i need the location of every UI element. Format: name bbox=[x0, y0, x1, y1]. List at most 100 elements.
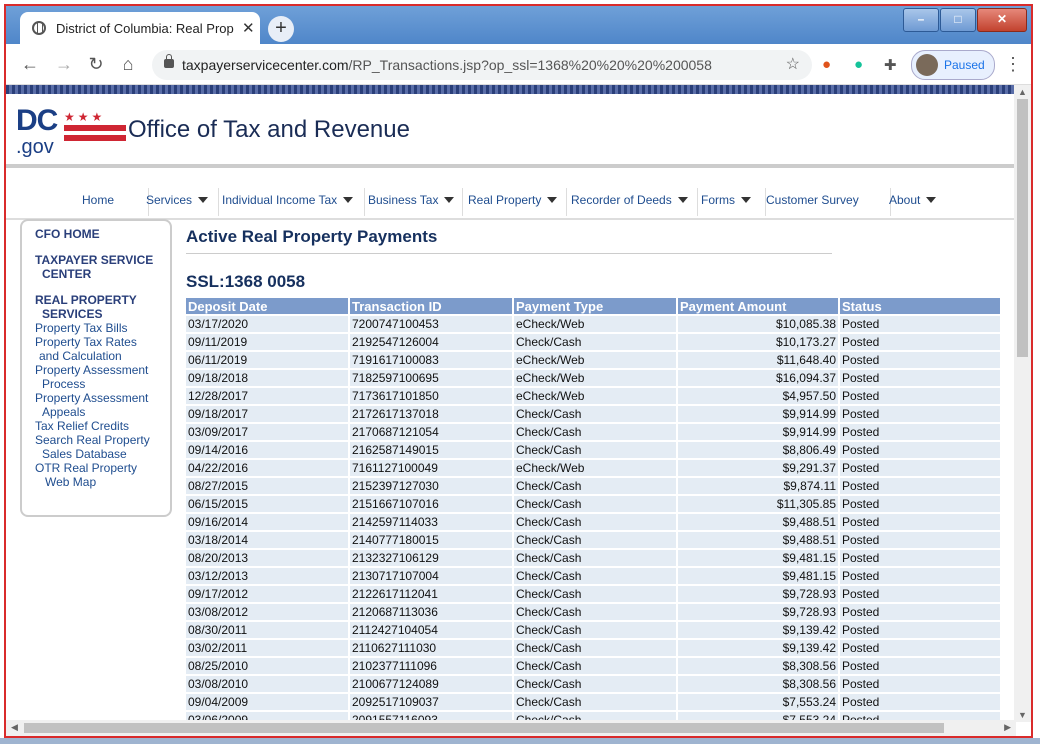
sidebar-taxpayer-service-center[interactable]: TAXPAYER SERVICE CENTER bbox=[35, 253, 153, 281]
cell-status: Posted bbox=[840, 676, 1000, 692]
cell-payment-type: Check/Cash bbox=[514, 496, 676, 512]
cell-deposit-date: 09/17/2012 bbox=[186, 586, 348, 602]
cell-status: Posted bbox=[840, 514, 1000, 530]
maximize-button[interactable]: □ bbox=[940, 8, 976, 32]
col-transaction-id: Transaction ID bbox=[350, 298, 512, 314]
cell-transaction-id: 7182597100695 bbox=[350, 370, 512, 386]
close-window-button[interactable]: ✕ bbox=[977, 8, 1027, 32]
profile-button[interactable]: Paused bbox=[911, 50, 995, 80]
cell-payment-type: Check/Cash bbox=[514, 514, 676, 530]
cell-payment-amount: $9,728.93 bbox=[678, 586, 838, 602]
globe-icon bbox=[32, 21, 46, 35]
cell-payment-amount: $8,308.56 bbox=[678, 658, 838, 674]
horizontal-scrollbar[interactable]: ◀ ▶ bbox=[6, 720, 1016, 736]
table-row: 08/27/2015 2152397127030 Check/Cash $9,874.… bbox=[186, 478, 1000, 494]
dc-gov-logo[interactable]: DC .gov ★★★ bbox=[16, 104, 126, 158]
cell-deposit-date: 09/11/2019 bbox=[186, 334, 348, 350]
cell-transaction-id: 2112427104054 bbox=[350, 622, 512, 638]
cell-payment-amount: $9,139.42 bbox=[678, 622, 838, 638]
scroll-left-arrow-icon[interactable]: ◀ bbox=[11, 722, 18, 733]
cell-payment-amount: $9,914.99 bbox=[678, 424, 838, 440]
table-row: 09/04/2009 2092517109037 Check/Cash $7,553.… bbox=[186, 694, 1000, 710]
sidebar-item-property-assessment-appeals[interactable]: Property Assessment Appeals bbox=[35, 391, 148, 419]
payments-table: Deposit Date Transaction ID Payment Type… bbox=[184, 296, 1002, 722]
cell-transaction-id: 2120687113036 bbox=[350, 604, 512, 620]
back-arrow-icon[interactable]: ← bbox=[20, 54, 40, 75]
sidebar-item-property-tax-bills[interactable]: Property Tax Bills bbox=[35, 321, 127, 335]
sidebar-cfo-home[interactable]: CFO HOME bbox=[35, 227, 100, 241]
cell-payment-amount: $9,488.51 bbox=[678, 514, 838, 530]
cell-payment-amount: $8,806.49 bbox=[678, 442, 838, 458]
cell-payment-type: Check/Cash bbox=[514, 532, 676, 548]
page-title: Active Real Property Payments bbox=[186, 227, 438, 246]
minimize-button[interactable]: – bbox=[903, 8, 939, 32]
sidebar-item-search-sales-database[interactable]: Search Real Property Sales Database bbox=[35, 433, 150, 461]
browser-menu-icon[interactable]: ⋮ bbox=[1004, 54, 1022, 75]
cell-payment-amount: $9,488.51 bbox=[678, 532, 838, 548]
cell-transaction-id: 7200747100453 bbox=[350, 316, 512, 332]
cell-payment-amount: $7,553.24 bbox=[678, 694, 838, 710]
cell-payment-type: eCheck/Web bbox=[514, 388, 676, 404]
cell-transaction-id: 2140777180015 bbox=[350, 532, 512, 548]
sidebar-item-property-assessment-process[interactable]: Property Assessment Process bbox=[35, 363, 148, 391]
nav-individual-income-tax[interactable]: Individual Income Tax bbox=[218, 188, 365, 216]
sidebar-item-tax-relief-credits[interactable]: Tax Relief Credits bbox=[35, 419, 129, 433]
vertical-scrollbar[interactable]: ▲ ▼ bbox=[1014, 85, 1031, 722]
cell-deposit-date: 04/22/2016 bbox=[186, 460, 348, 476]
sidebar-real-property-services[interactable]: REAL PROPERTY SERVICES bbox=[35, 293, 137, 321]
sidebar-item-property-tax-rates[interactable]: Property Tax Rates and Calculation bbox=[35, 335, 137, 363]
cell-transaction-id: 2142597114033 bbox=[350, 514, 512, 530]
cell-payment-type: Check/Cash bbox=[514, 424, 676, 440]
home-icon[interactable]: ⌂ bbox=[118, 54, 138, 75]
cell-status: Posted bbox=[840, 694, 1000, 710]
cell-deposit-date: 03/17/2020 bbox=[186, 316, 348, 332]
vertical-scroll-thumb[interactable] bbox=[1017, 99, 1028, 357]
cell-transaction-id: 2162587149015 bbox=[350, 442, 512, 458]
forward-arrow-icon[interactable]: → bbox=[54, 54, 74, 75]
nav-about[interactable]: About bbox=[885, 188, 955, 216]
browser-tab[interactable]: District of Columbia: Real Proper ✕ bbox=[20, 12, 260, 44]
cell-deposit-date: 09/16/2014 bbox=[186, 514, 348, 530]
title-bar: District of Columbia: Real Proper ✕ + – … bbox=[6, 6, 1031, 44]
bookmark-star-icon[interactable]: ☆ bbox=[786, 50, 800, 80]
nav-home[interactable]: Home bbox=[78, 188, 149, 216]
extension-flame-icon[interactable]: ● bbox=[822, 56, 831, 73]
cell-status: Posted bbox=[840, 388, 1000, 404]
nav-business-tax[interactable]: Business Tax bbox=[364, 188, 463, 216]
reload-icon[interactable]: ↻ bbox=[86, 54, 106, 75]
table-row: 06/15/2015 2151667107016 Check/Cash $11,305… bbox=[186, 496, 1000, 512]
new-tab-button[interactable]: + bbox=[268, 16, 294, 42]
cell-status: Posted bbox=[840, 460, 1000, 476]
cell-transaction-id: 2102377111096 bbox=[350, 658, 512, 674]
horizontal-scroll-thumb[interactable] bbox=[24, 723, 944, 733]
address-bar[interactable]: taxpayerservicecenter.com/RP_Transaction… bbox=[152, 50, 812, 80]
cell-status: Posted bbox=[840, 370, 1000, 386]
cell-transaction-id: 2110627111030 bbox=[350, 640, 512, 656]
nav-forms[interactable]: Forms bbox=[697, 188, 766, 216]
nav-customer-survey[interactable]: Customer Survey bbox=[762, 188, 891, 216]
cell-payment-amount: $9,874.11 bbox=[678, 478, 838, 494]
cell-status: Posted bbox=[840, 550, 1000, 566]
cell-payment-amount: $9,728.93 bbox=[678, 604, 838, 620]
nav-recorder-of-deeds[interactable]: Recorder of Deeds bbox=[567, 188, 698, 216]
ssl-heading: SSL:1368 0058 bbox=[186, 272, 306, 291]
cell-payment-amount: $11,648.40 bbox=[678, 352, 838, 368]
nav-services[interactable]: Services bbox=[142, 188, 219, 216]
cell-payment-type: Check/Cash bbox=[514, 478, 676, 494]
cell-payment-type: Check/Cash bbox=[514, 658, 676, 674]
sidebar-item-otr-web-map[interactable]: OTR Real Property Web Map bbox=[35, 461, 137, 489]
table-row: 03/09/2017 2170687121054 Check/Cash $9,914.… bbox=[186, 424, 1000, 440]
logo-bars bbox=[64, 125, 126, 145]
cell-transaction-id: 2100677124089 bbox=[350, 676, 512, 692]
close-tab-icon[interactable]: ✕ bbox=[242, 19, 255, 37]
table-row: 03/12/2013 2130717107004 Check/Cash $9,481.… bbox=[186, 568, 1000, 584]
logo-gov-text: .gov bbox=[16, 136, 54, 158]
scroll-down-arrow-icon[interactable]: ▼ bbox=[1018, 710, 1027, 720]
scroll-right-arrow-icon[interactable]: ▶ bbox=[1004, 722, 1011, 733]
window-controls: – □ ✕ bbox=[903, 8, 1027, 32]
nav-real-property[interactable]: Real Property bbox=[464, 188, 567, 216]
scroll-up-arrow-icon[interactable]: ▲ bbox=[1018, 87, 1027, 97]
cell-status: Posted bbox=[840, 442, 1000, 458]
grammarly-extension-icon[interactable]: ● bbox=[854, 56, 863, 73]
extensions-puzzle-icon[interactable]: ✚ bbox=[884, 56, 897, 74]
